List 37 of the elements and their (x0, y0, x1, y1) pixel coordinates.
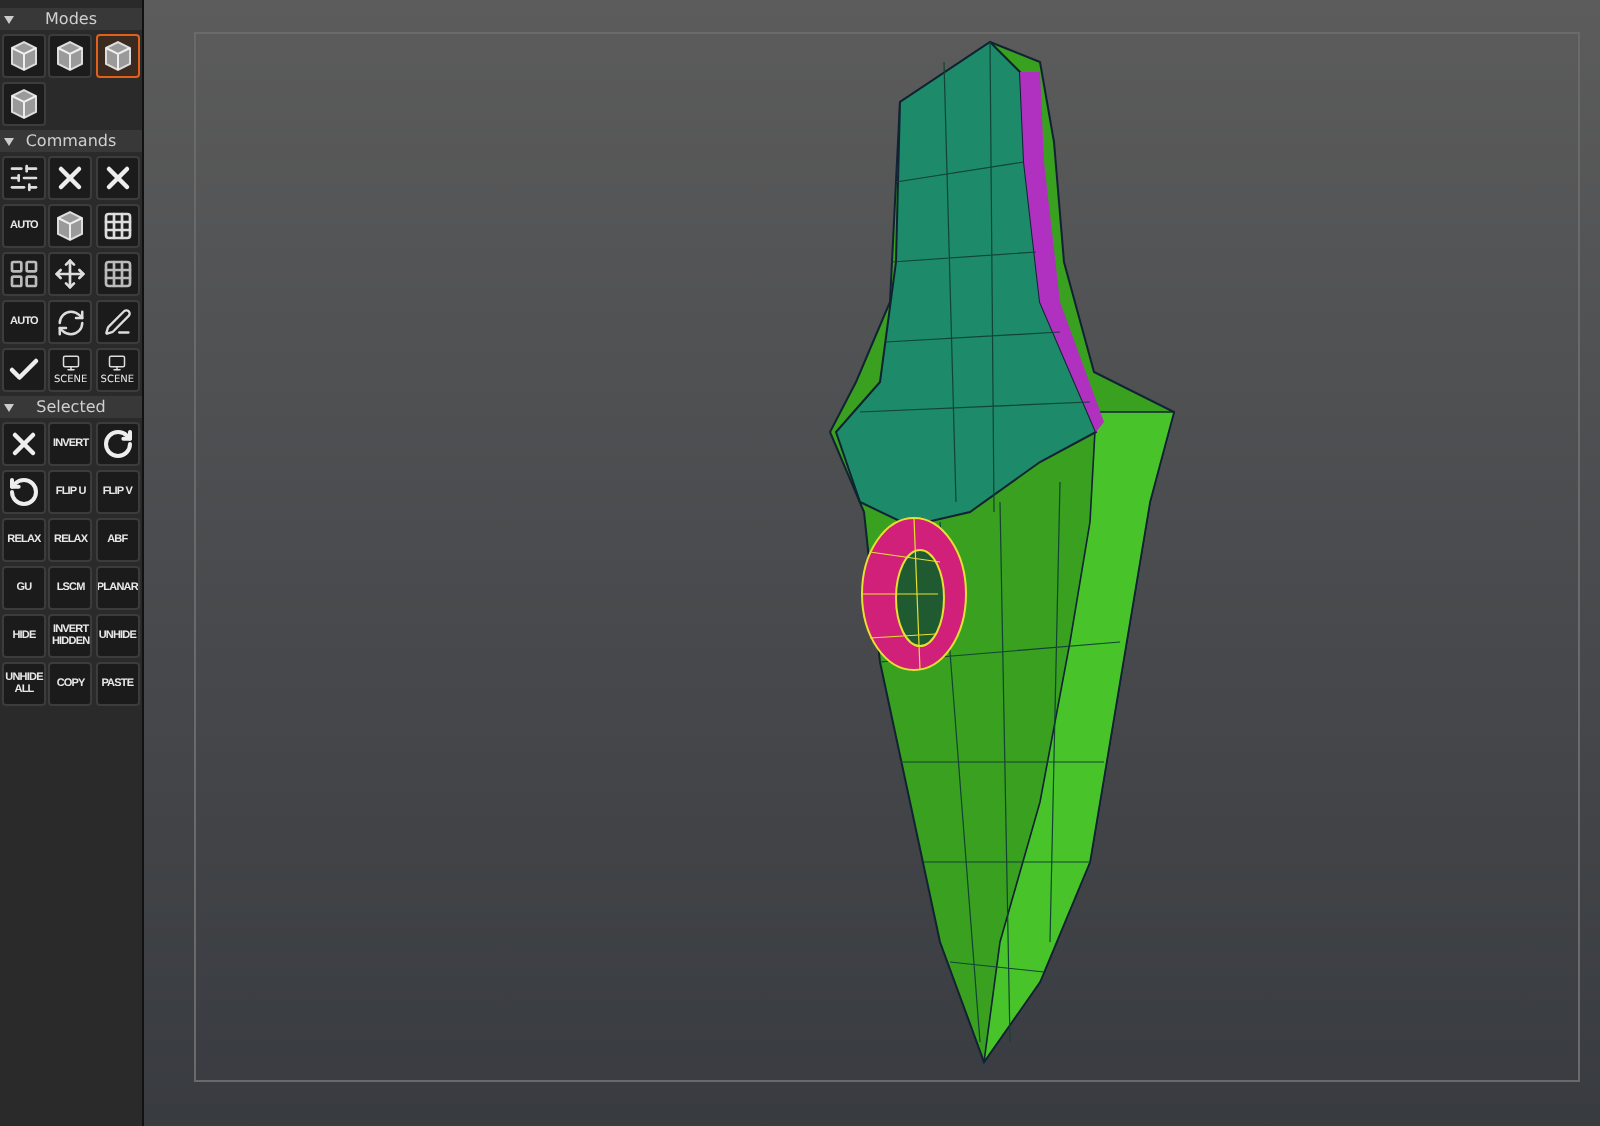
tool-button[interactable] (95, 422, 140, 466)
refresh-icon (55, 307, 86, 337)
grid-icon (101, 210, 134, 242)
tool-button[interactable] (48, 156, 93, 200)
grid-icon (8, 258, 40, 290)
tool-button[interactable] (2, 470, 46, 514)
tool-button[interactable] (2, 252, 46, 296)
section-header[interactable]: Selected (0, 396, 142, 418)
mode-button[interactable] (2, 34, 46, 78)
tool-button[interactable] (2, 422, 46, 466)
cube-icon (6, 86, 42, 122)
mode-button[interactable] (48, 34, 93, 78)
screen-icon (61, 354, 80, 372)
mode-button[interactable] (2, 82, 46, 126)
move-icon (54, 258, 87, 290)
cube-icon (52, 208, 89, 244)
section-header[interactable]: Modes (0, 8, 142, 30)
tool-button[interactable] (48, 300, 93, 344)
screen-icon (108, 354, 127, 372)
tool-button[interactable] (2, 348, 46, 392)
cube-icon (99, 38, 136, 74)
cube-icon (52, 38, 89, 74)
tool-button[interactable] (48, 204, 93, 248)
mode-button[interactable] (95, 34, 140, 78)
tool-button[interactable] (95, 300, 140, 344)
tool-button[interactable] (2, 156, 46, 200)
grid-icon (101, 258, 134, 290)
tool-button[interactable] (48, 252, 93, 296)
tool-button[interactable] (95, 252, 140, 296)
sliders-icon (8, 162, 40, 194)
section-header[interactable]: Commands (0, 130, 142, 152)
rotate-icon (8, 476, 40, 508)
cube-icon (6, 38, 42, 74)
pen-icon (103, 308, 132, 336)
tool-button[interactable] (95, 156, 140, 200)
rotate-icon (101, 428, 134, 460)
tool-button[interactable] (95, 204, 140, 248)
